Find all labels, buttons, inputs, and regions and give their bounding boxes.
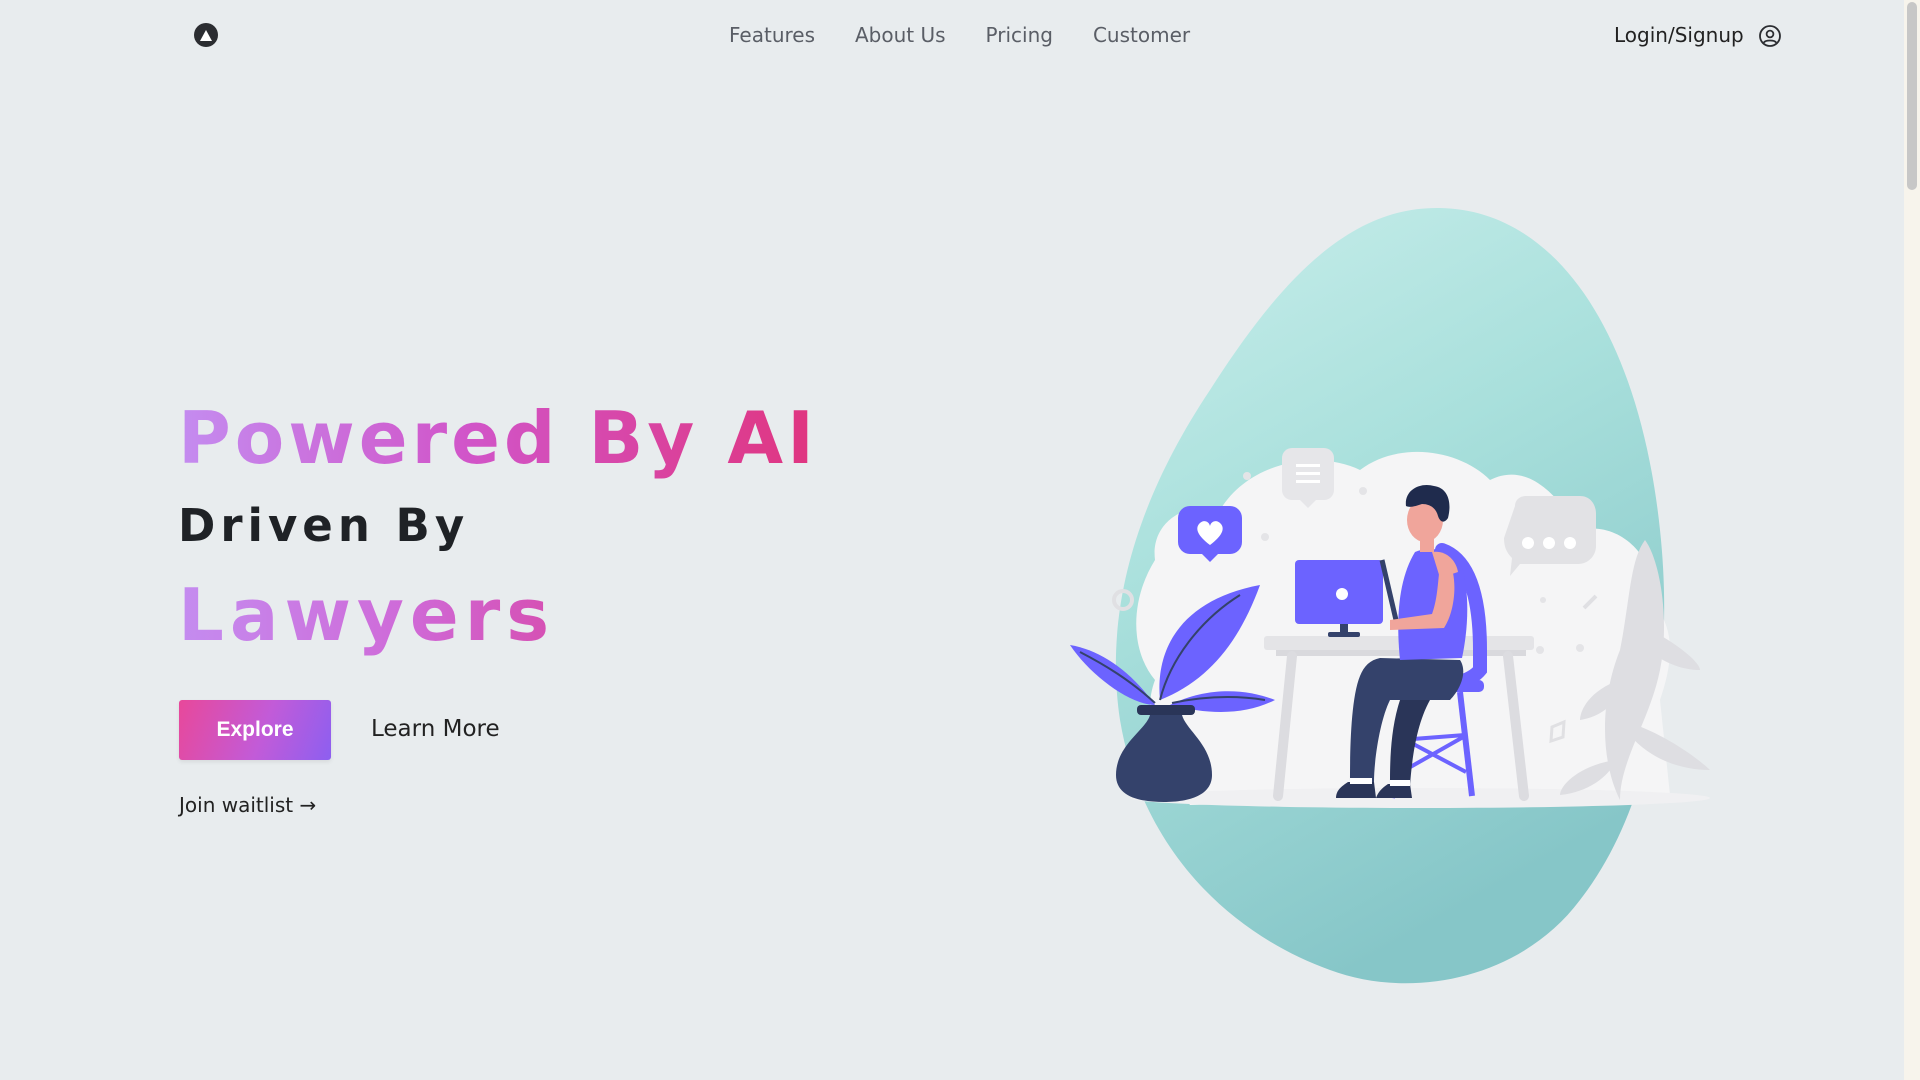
hero-headline-powered: Powered By AI	[178, 393, 818, 483]
page-scrollbar[interactable]	[1904, 0, 1920, 1080]
user-circle-icon[interactable]	[1758, 24, 1782, 48]
person-at-laptop-illustration	[1070, 207, 1710, 984]
document-bubble-icon	[1282, 448, 1334, 508]
explore-button[interactable]: Explore	[179, 700, 331, 760]
landing-page: Features About Us Pricing Customer Login…	[0, 0, 1920, 1080]
main-nav: Features About Us Pricing Customer	[729, 20, 1190, 50]
learn-more-button[interactable]: Learn More	[371, 712, 500, 746]
triangle-logo-icon[interactable]	[194, 23, 218, 47]
heart-bubble-icon	[1178, 506, 1242, 562]
hero-headline-lawyers: Lawyers	[178, 570, 555, 660]
join-waitlist-link[interactable]: Join waitlist →	[179, 790, 316, 820]
nav-customer[interactable]: Customer	[1093, 20, 1190, 50]
login-signup-link[interactable]: Login/Signup	[1614, 20, 1744, 50]
scrollbar-thumb[interactable]	[1907, 2, 1917, 190]
nav-pricing[interactable]: Pricing	[986, 20, 1053, 50]
nav-features[interactable]: Features	[729, 20, 815, 50]
nav-about-us[interactable]: About Us	[855, 20, 946, 50]
ground-shadow	[1130, 788, 1710, 808]
hero-headline-driven: Driven By	[178, 499, 470, 552]
